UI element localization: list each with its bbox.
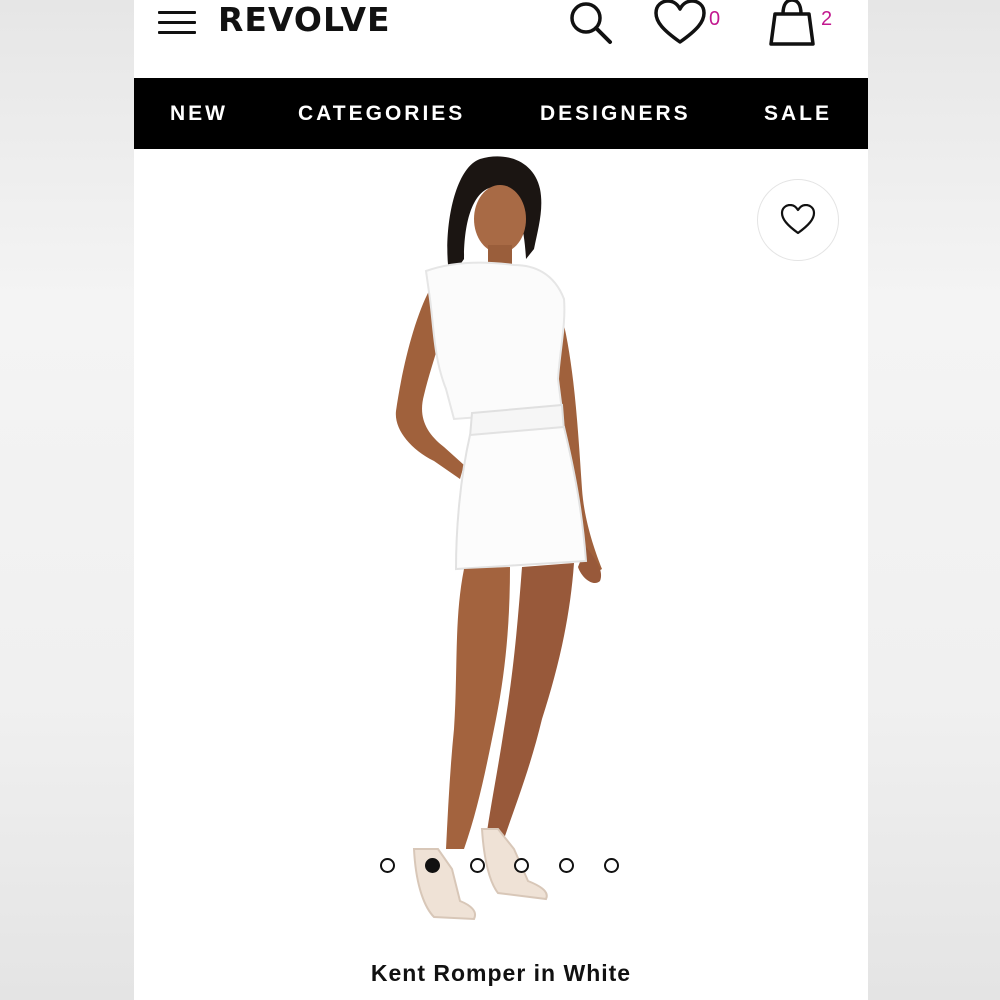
gallery-pagination [380,858,630,874]
brand-logo[interactable]: REVOLVE [218,0,391,40]
main-nav: NEW CATEGORIES DESIGNERS SALE [134,78,868,149]
product-title: Kent Romper in White [370,960,632,986]
top-header: REVOLVE 0 2 [134,0,868,78]
background-left [0,0,134,1000]
background-right [868,0,1000,1000]
app-screen: REVOLVE 0 2 NEW CATEGORIES DESIGNERS SAL… [134,0,868,1000]
nav-item-categories[interactable]: CATEGORIES [298,78,465,149]
gallery-dot[interactable] [380,858,395,873]
search-icon[interactable] [566,0,616,48]
heart-icon[interactable] [653,0,707,48]
nav-item-designers[interactable]: DESIGNERS [540,78,691,149]
product-photo [395,156,602,921]
gallery-dot[interactable] [559,858,574,873]
nav-item-new[interactable]: NEW [170,78,228,149]
product-image-gallery[interactable] [134,149,868,949]
gallery-dot[interactable] [470,858,485,873]
gallery-dot[interactable] [604,858,619,873]
nav-item-sale[interactable]: SALE [764,78,832,149]
gallery-dot[interactable] [514,858,529,873]
gallery-dot-active[interactable] [425,858,440,873]
bag-count: 2 [821,8,833,30]
menu-icon[interactable] [158,11,196,35]
wishlist-count: 0 [709,8,721,30]
bag-icon[interactable] [766,0,818,48]
heart-outline-icon [780,204,816,235]
add-to-wishlist-button[interactable] [757,179,839,261]
